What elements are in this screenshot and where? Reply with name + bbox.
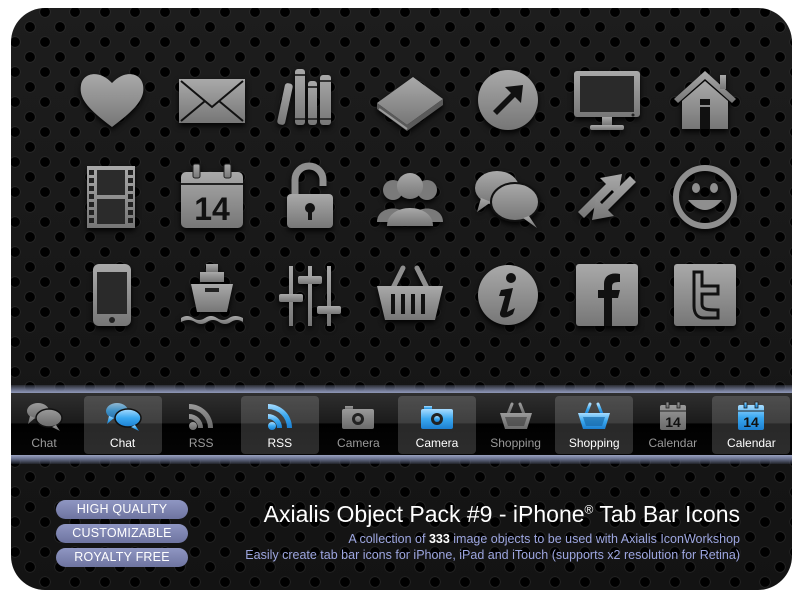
- ship-icon: [175, 258, 249, 332]
- svg-text:14: 14: [194, 191, 230, 227]
- tab-label: Camera: [337, 436, 380, 450]
- arrow-circle-icon: [471, 63, 545, 137]
- unlock-icon: [273, 160, 347, 234]
- phone-icon: [75, 258, 149, 332]
- home-icon: [668, 63, 742, 137]
- monitor-icon: [570, 63, 644, 137]
- tab-calendar-active[interactable]: 14 Calendar: [712, 396, 791, 454]
- twitter-icon: [668, 258, 742, 332]
- sliders-icon: [273, 258, 347, 332]
- tab-label: Chat: [31, 436, 57, 450]
- tab-bar: Chat Chat RSS RSS Camera Camera Shopping Shoppi…: [11, 385, 792, 464]
- tab-label: Shopping: [568, 436, 620, 450]
- info-icon: [471, 258, 545, 332]
- tab-label: RSS: [188, 436, 214, 450]
- tab-label: Chat: [109, 436, 136, 450]
- subtitle-collection: A collection of 333 image objects to be …: [348, 532, 740, 546]
- tab-chat-active[interactable]: Chat: [83, 396, 162, 454]
- icon-grid: 14: [11, 8, 792, 388]
- camera-icon: [338, 400, 378, 432]
- basket-icon: [373, 258, 447, 332]
- subtitle-pre: A collection of: [348, 532, 429, 546]
- books-icon: [273, 63, 347, 137]
- svg-text:14: 14: [665, 414, 681, 430]
- calendar-icon: 14: [653, 400, 693, 432]
- basket-icon: [574, 400, 614, 432]
- tab-camera-active[interactable]: Camera: [398, 396, 476, 454]
- facebook-icon: [570, 258, 644, 332]
- subtitle-post: image objects to be used with Axialis Ic…: [449, 532, 740, 546]
- page-title: Axialis Object Pack #9 - iPhone® Tab Bar…: [264, 501, 740, 528]
- svg-text:14: 14: [744, 414, 760, 430]
- tab-bar-bottom-glow: [11, 455, 792, 464]
- users-icon: [373, 160, 447, 234]
- tab-chat[interactable]: Chat: [11, 396, 83, 454]
- tab-label: Shopping: [490, 436, 541, 450]
- calendar-icon: 14: [731, 400, 771, 432]
- calendar-icon: 14: [175, 160, 249, 234]
- sync-arrows-icon: [570, 160, 644, 234]
- tab-label: Calendar: [727, 436, 776, 450]
- rss-icon: [260, 400, 300, 432]
- tab-label: Camera: [415, 436, 459, 450]
- camera-icon: [417, 400, 457, 432]
- promo-panel: 14 Chat Chat RSS RSS Camera Camera Shopping Sho…: [11, 8, 792, 590]
- badge-customizable: CUSTOMIZABLE: [56, 524, 188, 543]
- tab-camera[interactable]: Camera: [319, 396, 397, 454]
- badge-royalty-free: ROYALTY FREE: [56, 548, 188, 567]
- chat-icon: [103, 400, 143, 432]
- smiley-icon: [668, 160, 742, 234]
- tab-shopping-active[interactable]: Shopping: [555, 396, 634, 454]
- tab-shopping[interactable]: Shopping: [477, 396, 555, 454]
- tab-label: RSS: [267, 436, 293, 450]
- subtitle-description: Easily create tab bar icons for iPhone, …: [245, 548, 740, 562]
- tab-rss-active[interactable]: RSS: [240, 396, 319, 454]
- tab-rss[interactable]: RSS: [162, 396, 240, 454]
- heart-icon: [75, 63, 149, 137]
- book-icon: [373, 63, 447, 137]
- chat-icon: [471, 160, 545, 234]
- title-main: Axialis Object Pack #9 - iPhone: [263, 501, 585, 527]
- feature-badges: HIGH QUALITY CUSTOMIZABLE ROYALTY FREE: [56, 500, 188, 572]
- mail-icon: [175, 63, 249, 137]
- basket-icon: [496, 400, 536, 432]
- object-count: 333: [428, 532, 450, 546]
- tab-calendar[interactable]: 14 Calendar: [634, 396, 712, 454]
- rss-icon: [181, 400, 221, 432]
- title-suffix: Tab Bar Icons: [593, 501, 740, 527]
- tab-label: Calendar: [648, 436, 698, 450]
- badge-high-quality: HIGH QUALITY: [56, 500, 188, 519]
- film-icon: [75, 160, 149, 234]
- chat-icon: [24, 400, 64, 432]
